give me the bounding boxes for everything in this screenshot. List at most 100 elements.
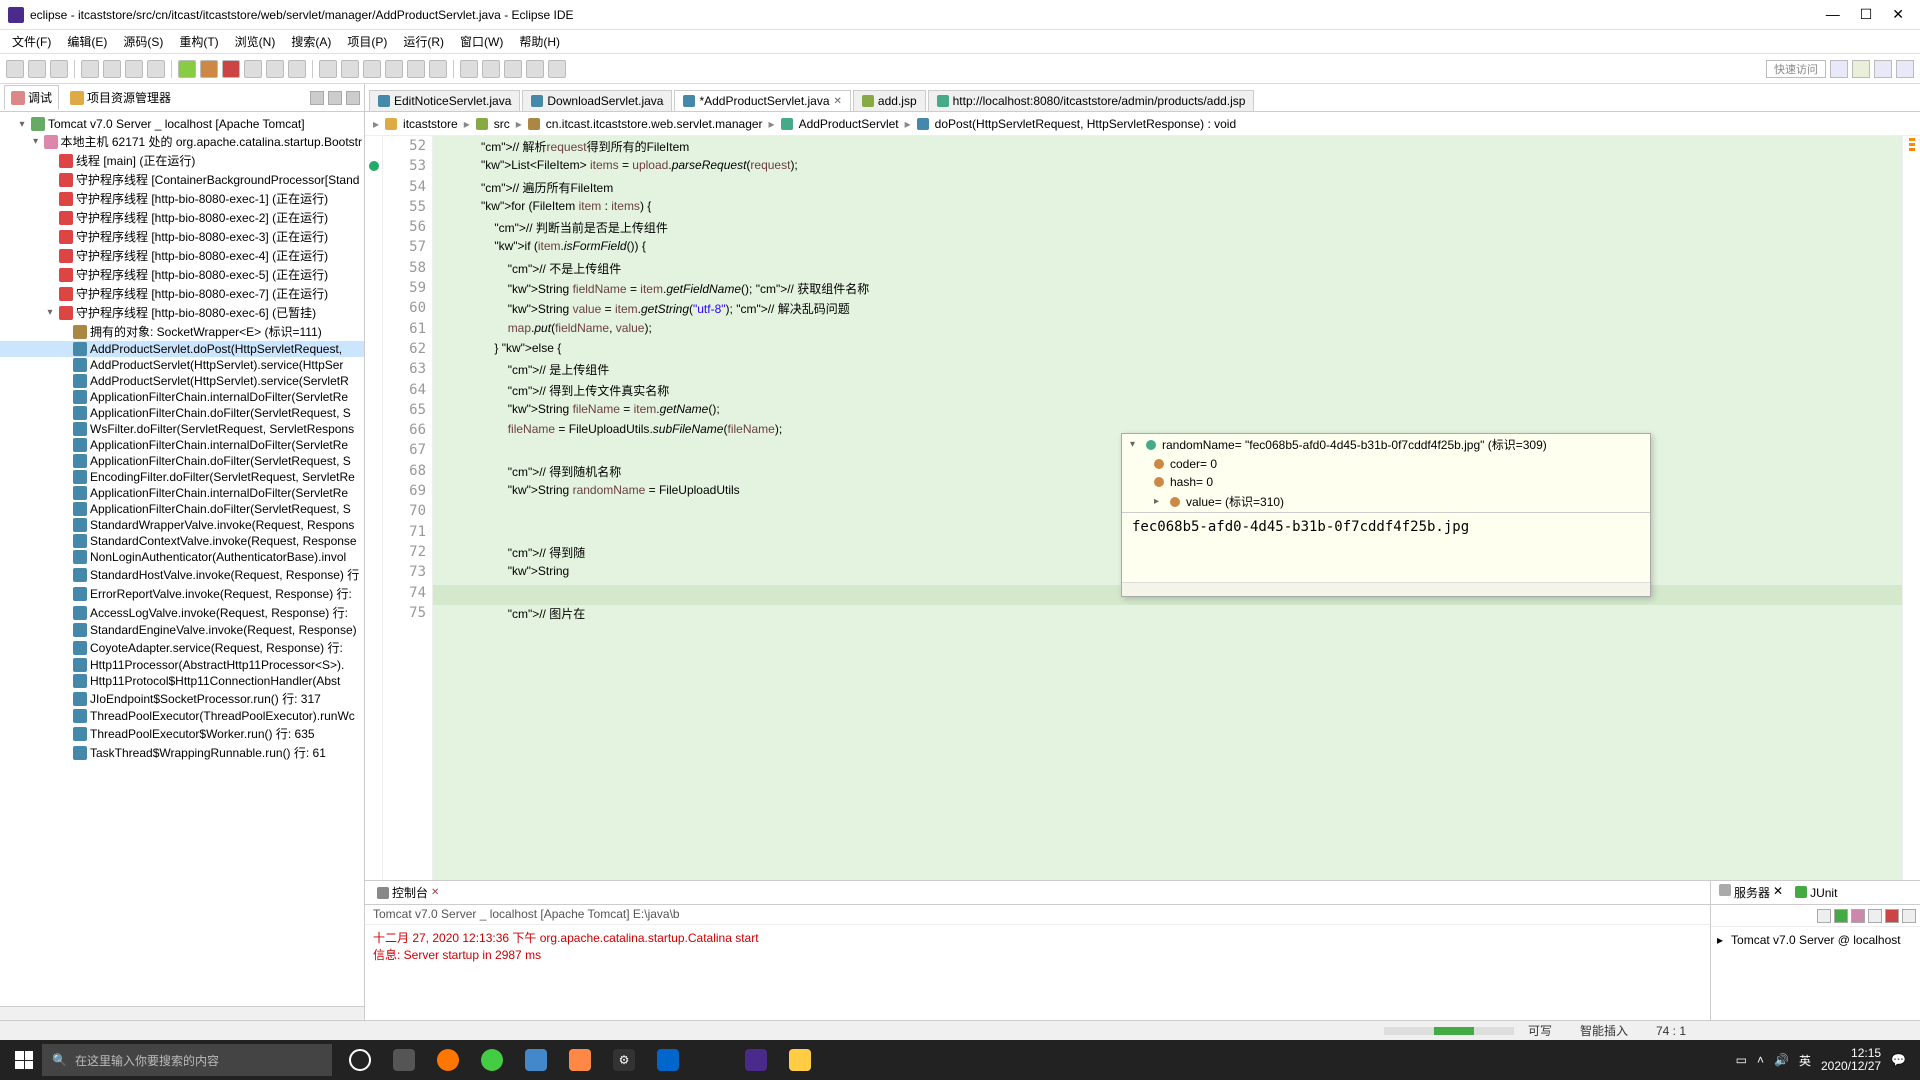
- menu-run[interactable]: 运行(R): [397, 31, 450, 52]
- tray-clock[interactable]: 12:15 2020/12/27: [1821, 1047, 1881, 1073]
- menu-source[interactable]: 源码(S): [117, 31, 169, 52]
- task-app[interactable]: [562, 1042, 598, 1078]
- menu-edit[interactable]: 编辑(E): [61, 31, 113, 52]
- toolbar-button[interactable]: [504, 60, 522, 78]
- tab-console[interactable]: 控制台✕: [371, 882, 445, 903]
- menu-window[interactable]: 窗口(W): [454, 31, 509, 52]
- menu-help[interactable]: 帮助(H): [513, 31, 566, 52]
- stop-server-icon[interactable]: [1885, 909, 1899, 923]
- editor-tab[interactable]: add.jsp: [853, 90, 926, 111]
- task-wps[interactable]: [650, 1042, 686, 1078]
- code-editor[interactable]: 5253545556575859606162636465666768697071…: [365, 136, 1920, 880]
- toolbar-button[interactable]: [147, 60, 165, 78]
- frame-icon: [73, 746, 87, 760]
- menu-search[interactable]: 搜索(A): [285, 31, 337, 52]
- console-output[interactable]: 十二月 27, 2020 12:13:36 下午 org.apache.cata…: [365, 925, 1710, 1020]
- breakpoint-icon[interactable]: [369, 161, 379, 171]
- taskbar-search[interactable]: 🔍在这里输入你要搜索的内容: [42, 1044, 332, 1076]
- debug-server-icon[interactable]: [1851, 909, 1865, 923]
- thread-icon: [59, 306, 73, 320]
- minimize-view-icon[interactable]: [328, 91, 342, 105]
- toolbar-button[interactable]: [50, 60, 68, 78]
- tray-chevron-icon[interactable]: ˄: [1757, 1053, 1764, 1067]
- status-cursor-pos: 74 : 1: [1642, 1024, 1700, 1038]
- close-icon[interactable]: ✕: [431, 887, 439, 898]
- toolbar-button[interactable]: [429, 60, 447, 78]
- close-button[interactable]: ✕: [1892, 6, 1904, 23]
- menu-project[interactable]: 项目(P): [341, 31, 393, 52]
- notification-icon[interactable]: 💬: [1891, 1053, 1906, 1067]
- toolbar-button[interactable]: [548, 60, 566, 78]
- toolbar-button[interactable]: [482, 60, 500, 78]
- perspective-java-icon[interactable]: [1830, 60, 1848, 78]
- horizontal-scrollbar[interactable]: [0, 1006, 364, 1020]
- toolbar-button[interactable]: [363, 60, 381, 78]
- editor-tab[interactable]: http://localhost:8080/itcaststore/admin/…: [928, 90, 1255, 111]
- maximize-button[interactable]: ☐: [1860, 6, 1873, 23]
- tab-project-explorer[interactable]: 项目资源管理器: [63, 85, 178, 110]
- debug-tree[interactable]: ▾Tomcat v7.0 Server _ localhost [Apache …: [0, 112, 364, 1006]
- task-settings[interactable]: ⚙: [606, 1042, 642, 1078]
- toolbar-button[interactable]: [81, 60, 99, 78]
- toolbar-button[interactable]: [407, 60, 425, 78]
- overview-ruler[interactable]: [1902, 136, 1920, 880]
- tab-servers[interactable]: 服务器✕: [1715, 882, 1787, 903]
- task-view[interactable]: [386, 1042, 422, 1078]
- server-toolbar-button[interactable]: [1902, 909, 1916, 923]
- quick-access[interactable]: 快速访问: [1766, 60, 1826, 78]
- editor-tab[interactable]: DownloadServlet.java: [522, 90, 672, 111]
- task-explorer[interactable]: [782, 1042, 818, 1078]
- tab-debug[interactable]: 调试: [4, 85, 59, 110]
- task-qq[interactable]: [694, 1042, 730, 1078]
- toolbar-button[interactable]: [526, 60, 544, 78]
- step-over-icon[interactable]: [266, 60, 284, 78]
- servers-list[interactable]: ▸Tomcat v7.0 Server @ localhost: [1711, 927, 1920, 1020]
- resume-icon[interactable]: [178, 60, 196, 78]
- toolbar-button[interactable]: [341, 60, 359, 78]
- task-firefox[interactable]: [430, 1042, 466, 1078]
- marker-bar[interactable]: [365, 136, 383, 880]
- editor-tab[interactable]: EditNoticeServlet.java: [369, 90, 520, 111]
- step-return-icon[interactable]: [288, 60, 306, 78]
- tray-icon[interactable]: 🔊: [1774, 1053, 1789, 1067]
- start-button[interactable]: [6, 1042, 42, 1078]
- toolbar-button[interactable]: [460, 60, 478, 78]
- menu-navigate[interactable]: 浏览(N): [229, 31, 282, 52]
- start-server-icon[interactable]: [1834, 909, 1848, 923]
- task-cortana[interactable]: [342, 1042, 378, 1078]
- editor-tab-active[interactable]: *AddProductServlet.java✕: [674, 90, 850, 111]
- task-eclipse[interactable]: [738, 1042, 774, 1078]
- tab-junit[interactable]: JUnit: [1791, 884, 1841, 902]
- toolbar: 快速访问: [0, 54, 1920, 84]
- breadcrumb[interactable]: ▸itcaststore ▸src ▸cn.itcast.itcaststore…: [365, 112, 1920, 136]
- suspend-icon[interactable]: [200, 60, 218, 78]
- server-toolbar-button[interactable]: [1817, 909, 1831, 923]
- task-browser[interactable]: [474, 1042, 510, 1078]
- toolbar-button[interactable]: [319, 60, 337, 78]
- popup-scrollbar[interactable]: [1122, 582, 1650, 596]
- tray-icon[interactable]: ▭: [1736, 1053, 1747, 1067]
- toolbar-button[interactable]: [385, 60, 403, 78]
- menu-file[interactable]: 文件(F): [6, 31, 57, 52]
- step-into-icon[interactable]: [244, 60, 262, 78]
- toolbar-button[interactable]: [6, 60, 24, 78]
- frame-icon: [73, 534, 87, 548]
- close-tab-icon[interactable]: ✕: [834, 96, 842, 107]
- task-app[interactable]: [518, 1042, 554, 1078]
- perspective-debug-icon[interactable]: [1852, 60, 1870, 78]
- frame-icon: [73, 374, 87, 388]
- menu-refactor[interactable]: 重构(T): [173, 31, 224, 52]
- toolbar-button[interactable]: [28, 60, 46, 78]
- tray-ime[interactable]: 英: [1799, 1052, 1811, 1069]
- terminate-icon[interactable]: [222, 60, 240, 78]
- view-menu-icon[interactable]: [310, 91, 324, 105]
- thread-icon: [59, 230, 73, 244]
- toolbar-button[interactable]: [103, 60, 121, 78]
- debug-hover-popup[interactable]: ▾randomName= "fec068b5-afd0-4d45-b31b-0f…: [1121, 433, 1651, 597]
- server-toolbar-button[interactable]: [1868, 909, 1882, 923]
- minimize-button[interactable]: —: [1826, 6, 1840, 23]
- perspective-button[interactable]: [1896, 60, 1914, 78]
- perspective-button[interactable]: [1874, 60, 1892, 78]
- maximize-view-icon[interactable]: [346, 91, 360, 105]
- toolbar-button[interactable]: [125, 60, 143, 78]
